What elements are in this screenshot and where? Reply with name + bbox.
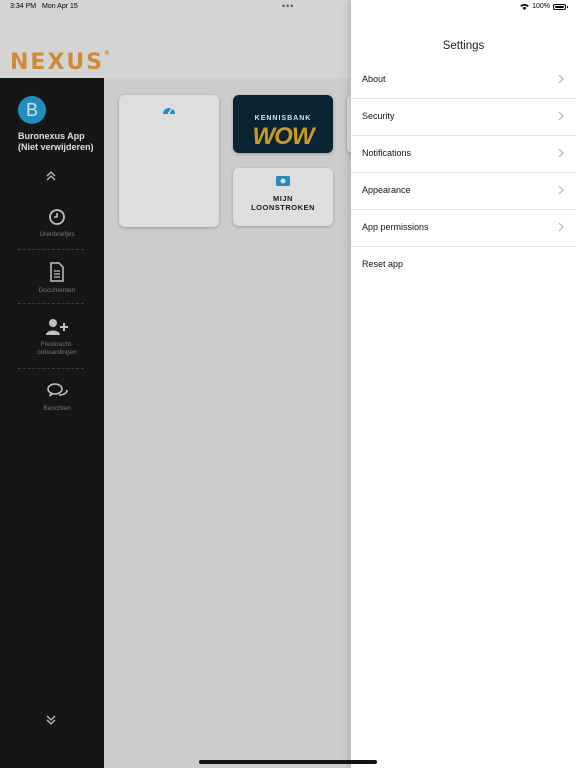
- chevron-right-icon: [558, 111, 564, 121]
- battery-status: 100%: [520, 3, 568, 10]
- home-indicator[interactable]: [199, 760, 377, 764]
- chevron-right-icon: [558, 148, 564, 158]
- status-bar: 3:34 PM Mon Apr 15 ••• 100%: [0, 0, 576, 14]
- chevron-right-icon: [558, 74, 564, 84]
- settings-title: Settings: [442, 40, 485, 52]
- settings-item-appearance[interactable]: Appearance: [351, 173, 576, 210]
- settings-item-reset-app[interactable]: Reset app: [351, 247, 576, 283]
- settings-item-about[interactable]: About: [351, 62, 576, 99]
- wifi-icon: [520, 3, 529, 10]
- status-time: 3:34 PM: [10, 3, 37, 10]
- battery-percent: 100%: [532, 3, 550, 10]
- multitask-dots-icon[interactable]: •••: [282, 1, 294, 11]
- battery-icon: [553, 3, 568, 10]
- settings-item-security[interactable]: Security: [351, 99, 576, 136]
- chevron-right-icon: [558, 185, 564, 195]
- settings-menu: About Security Notifications Appearance …: [351, 62, 576, 283]
- chevron-right-icon: [558, 222, 564, 232]
- settings-item-app-permissions[interactable]: App permissions: [351, 210, 576, 247]
- settings-item-notifications[interactable]: Notifications: [351, 136, 576, 173]
- settings-panel: Settings About Security Notifications Ap…: [351, 0, 576, 768]
- status-date: Mon Apr 15: [42, 3, 78, 10]
